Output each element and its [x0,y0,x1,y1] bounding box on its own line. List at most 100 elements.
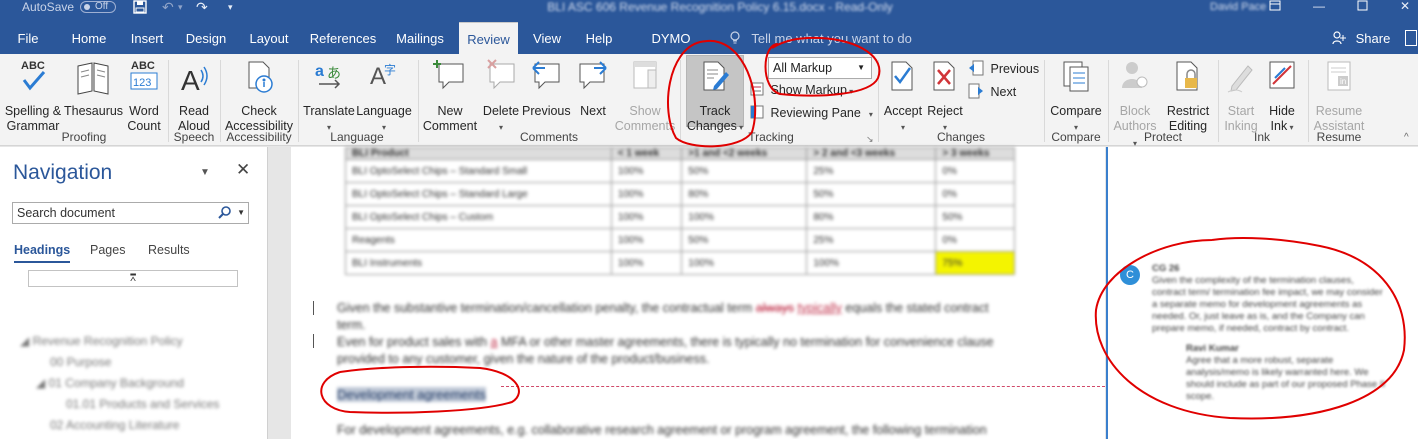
word-count-button[interactable]: ABC 123 Word Count [124,58,164,134]
undo-icon[interactable]: ↶ [162,0,174,14]
reject-button[interactable]: Reject ▾ [924,58,966,135]
tab-dymo-label[interactable]: DYMO Label [634,22,708,79]
resume-assistant-button[interactable]: in Resume Assistant [1310,58,1368,134]
collapse-all-button[interactable]: ⩞ [28,270,238,287]
commented-heading[interactable]: Development agreements [337,387,486,402]
customize-toolbar-icon[interactable]: ▾ [228,0,233,14]
close-icon[interactable]: ✕ [236,160,250,180]
termination-table: BLI Product < 1 week >1 and <2 weeks > 2… [345,147,1015,283]
show-comments-button[interactable]: Show Comments [614,58,676,134]
tab-help[interactable]: Help [580,22,618,54]
reply-author: Ravi Kumar [1186,343,1239,354]
tab-results[interactable]: Results [148,243,190,257]
markup-display-select[interactable]: All Markup ▼ [768,57,872,79]
ribbon-display-icon[interactable] [1269,0,1281,13]
reviewing-pane-icon [750,105,770,120]
previous-comment-label: Previous [522,104,571,118]
reviewing-pane-button[interactable]: Reviewing Pane ▾ [750,105,873,123]
reply-line: scope. [1186,391,1214,402]
nav-heading-item[interactable]: ◢ Revenue Recognition Policy [20,334,183,348]
paragraph-line: Even for product sales with a MFA or oth… [337,335,994,349]
tab-file[interactable]: File [10,22,46,54]
compare-icon [1048,58,1104,102]
show-markup-label: Show Markup [770,83,847,97]
next-comment-button[interactable]: Next [574,58,612,119]
separator [1308,60,1309,142]
check-accessibility-button[interactable]: Check Accessibility [224,58,294,134]
show-markup-icon [750,82,770,97]
show-markup-button[interactable]: Show Markup ▾ [750,82,853,100]
maximize-icon[interactable] [1357,0,1368,13]
translate-button[interactable]: aあ Translate ▾ [302,58,356,135]
table-cell: 100% [681,251,808,275]
table-cell: 25% [806,228,937,252]
tab-review[interactable]: Review [459,22,518,54]
search-document-input[interactable]: Search document ▼ [12,202,249,224]
navigation-pane: Navigation ▼ ✕ Search document ▼ Heading… [0,147,268,439]
hide-ink-button[interactable]: Hide Ink ▾ [1262,58,1302,135]
previous-change-button[interactable]: Previous [968,60,1039,77]
tab-home[interactable]: Home [63,22,115,54]
undo-dropdown-icon[interactable]: ▾ [178,0,183,14]
language-button[interactable]: A字 Language ▾ [356,58,412,135]
redo-icon[interactable]: ↷ [196,0,208,14]
nav-heading-item[interactable]: 02 Accounting Literature [50,418,179,432]
share-button[interactable]: Share [1332,22,1390,54]
nav-heading-item[interactable]: ◢ 01 Company Background [36,376,184,390]
search-icon[interactable] [218,205,232,225]
tell-me-search[interactable]: Tell me what you want to do [728,22,912,54]
next-comment-icon [574,58,612,102]
delete-comment-icon [480,58,522,102]
save-icon[interactable] [133,0,147,16]
collapse-ribbon-icon[interactable]: ^ [1404,132,1409,143]
previous-change-icon [968,60,990,76]
tab-view[interactable]: View [528,22,566,54]
table-cell: BLI Instruments [345,251,612,275]
track-changes-button[interactable]: Track Changes ▾ [686,58,744,135]
language-label: Language [356,104,412,118]
table-row: BLI OptoSelect Chips – Standard Large 100… [345,182,1015,206]
next-change-button[interactable]: Next [968,83,1016,100]
tab-mailings[interactable]: Mailings [390,22,450,54]
search-options-icon[interactable]: ▼ [237,203,245,223]
accept-button[interactable]: Accept ▾ [882,58,924,135]
accessibility-icon [224,58,294,102]
hide-ink-icon [1262,58,1302,102]
tab-references[interactable]: References [307,22,379,54]
thesaurus-button[interactable]: Thesaurus [64,58,123,119]
tab-insert[interactable]: Insert [124,22,170,54]
delete-comment-button[interactable]: Delete ▾ [480,58,522,135]
previous-comment-button[interactable]: Previous [522,58,571,119]
comments-pane-icon[interactable] [1405,30,1417,46]
close-window-icon[interactable]: ✕ [1400,0,1410,12]
nav-heading-item[interactable]: 01.01 Products and Services [66,397,219,411]
pane-options-icon[interactable]: ▼ [200,167,210,178]
lock-icon [1162,58,1214,102]
change-bar [313,301,314,315]
table-row: BLI OptoSelect Chips – Custom 100% 100% 80%… [345,205,1015,229]
table-row: Reagents 100% 50% 25% 0% [345,228,1015,252]
restrict-editing-button[interactable]: Restrict Editing [1162,58,1214,134]
tab-layout[interactable]: Layout [243,22,295,54]
spelling-grammar-button[interactable]: ABC Spelling & Grammar [4,58,62,134]
minimize-icon[interactable]: — [1313,0,1325,12]
nav-heading-item[interactable]: 00 Purpose [50,355,111,369]
compare-button[interactable]: Compare ▾ [1048,58,1104,135]
tab-headings[interactable]: Headings [14,243,71,263]
changes-group-label: Changes [936,130,986,144]
read-aloud-button[interactable]: A Read Aloud [172,58,216,134]
document-page[interactable]: BLI Product < 1 week >1 and <2 weeks > 2… [291,147,1105,439]
user-name[interactable]: David Pace [1210,0,1266,14]
tracking-options-launcher-icon[interactable]: ↘ [866,134,874,145]
new-comment-button[interactable]: New Comment [420,58,480,134]
ink-group-label: Ink [1253,130,1270,144]
autosave-toggle[interactable]: Off [80,1,116,13]
reply-line: analysis/memo is likely warranted here. … [1186,367,1369,378]
tab-design[interactable]: Design [180,22,232,54]
start-inking-button[interactable]: Start Inking [1220,58,1262,134]
table-cell: Reagents [345,228,612,252]
separator [418,60,419,142]
word-count-label-1: Word [129,104,159,118]
table-header-cell: < 1 week [610,147,683,160]
tab-pages[interactable]: Pages [90,243,125,257]
